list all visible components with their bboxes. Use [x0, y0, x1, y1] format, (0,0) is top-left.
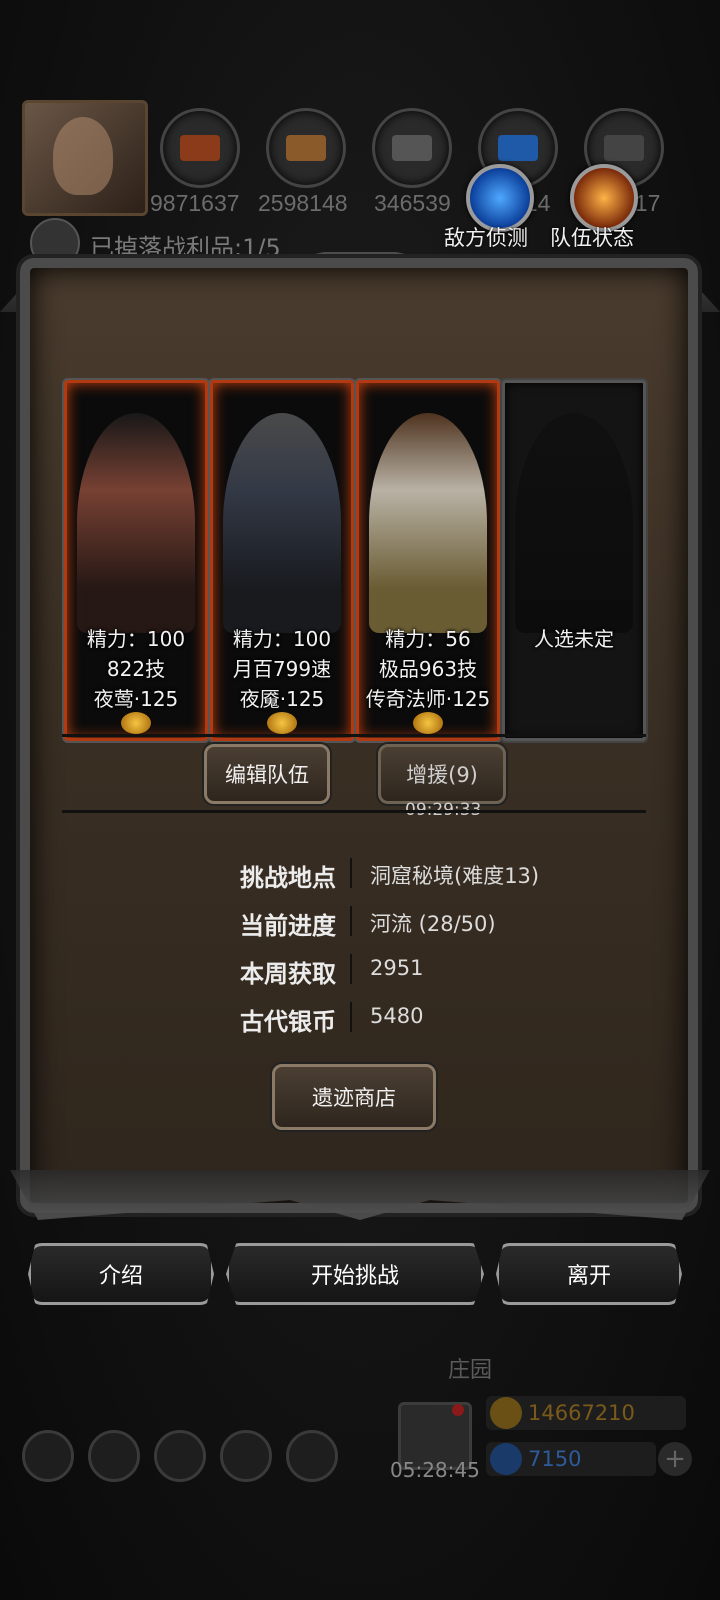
info-value-progress: 河流 (28/50) [370, 912, 496, 936]
wood-icon [266, 108, 346, 188]
info-label-location: 挑战地点 [240, 864, 336, 892]
menu-icon-3[interactable] [154, 1430, 206, 1482]
hero-energy: 精力：100 [232, 627, 332, 651]
gem-icon [490, 1443, 522, 1475]
info-separator [350, 906, 352, 936]
mail-icon[interactable] [220, 1430, 272, 1482]
rank-emblem-icon [413, 712, 443, 734]
resource-ore-count: 9871637 [150, 190, 240, 216]
card-shelf [62, 734, 646, 737]
start-challenge-button[interactable]: 开始挑战 [226, 1243, 484, 1305]
section-divider [62, 810, 646, 813]
team-status-label[interactable]: 队伍状态 [550, 222, 634, 252]
gem-bar: 7150 [486, 1442, 656, 1476]
info-value-location: 洞窟秘境(难度13) [370, 864, 540, 888]
player-avatar[interactable] [22, 100, 148, 216]
info-value-coins: 5480 [370, 1004, 424, 1028]
menu-icon-2[interactable] [88, 1430, 140, 1482]
info-value-weekly: 2951 [370, 956, 424, 980]
hero-name: 夜莺·125 [93, 687, 179, 711]
gift-timer: 05:28:45 [390, 1458, 480, 1482]
hero-card-1[interactable]: 精力：100 822技 夜莺·125 [64, 380, 208, 741]
intro-button[interactable]: 介绍 [28, 1243, 214, 1305]
hero-name: 夜魇·125 [239, 687, 325, 711]
info-separator [350, 858, 352, 888]
enemy-scout-label[interactable]: 敌方侦测 [444, 222, 528, 252]
resource-ingot-count: 346539 [374, 190, 451, 216]
menu-icon-1[interactable] [22, 1430, 74, 1482]
reinforce-button[interactable]: 增援(9) [378, 744, 506, 804]
hero-card-empty[interactable]: 人选未定 [502, 380, 646, 741]
frame-ornament-bottom [10, 1170, 710, 1220]
hero-card-2[interactable]: 精力：100 月百799速 夜魇·125 [210, 380, 354, 741]
info-label-progress: 当前进度 [240, 912, 336, 940]
silhouette-icon [515, 413, 633, 633]
ingot-icon [372, 108, 452, 188]
hero-portrait [369, 413, 487, 633]
rank-emblem-icon [121, 712, 151, 734]
gold-bar: 14667210 [486, 1396, 686, 1430]
empty-slot-label: 人选未定 [534, 627, 614, 651]
notification-dot [452, 1404, 464, 1416]
hero-portrait [77, 413, 195, 633]
hero-skill: 极品963技 [378, 657, 478, 681]
resource-wood-count: 2598148 [258, 190, 348, 216]
info-label-weekly: 本周获取 [240, 960, 336, 988]
relic-shop-button[interactable]: 遗迹商店 [272, 1064, 436, 1130]
hero-skill: 月百799速 [232, 657, 332, 681]
avatar-portrait [53, 117, 113, 195]
info-separator [350, 1002, 352, 1032]
info-separator [350, 954, 352, 984]
hero-card-3[interactable]: 精力：56 极品963技 传奇法师·125 [356, 380, 500, 741]
hero-energy: 精力：56 [385, 627, 471, 651]
ore-icon [160, 108, 240, 188]
add-currency-icon[interactable]: + [658, 1442, 692, 1476]
leave-button[interactable]: 离开 [496, 1243, 682, 1305]
gold-amount: 14667210 [528, 1401, 635, 1425]
info-label-coins: 古代银币 [240, 1008, 336, 1036]
gold-icon [490, 1397, 522, 1429]
manor-label: 庄园 [448, 1358, 493, 1383]
rank-emblem-icon [267, 712, 297, 734]
gem-amount: 7150 [528, 1447, 582, 1471]
hero-name: 传奇法师·125 [365, 687, 491, 711]
menu-icon-5[interactable] [286, 1430, 338, 1482]
hero-portrait [223, 413, 341, 633]
hero-energy: 精力：100 [86, 627, 186, 651]
hero-skill: 822技 [106, 657, 166, 681]
edit-team-button[interactable]: 编辑队伍 [204, 744, 330, 804]
